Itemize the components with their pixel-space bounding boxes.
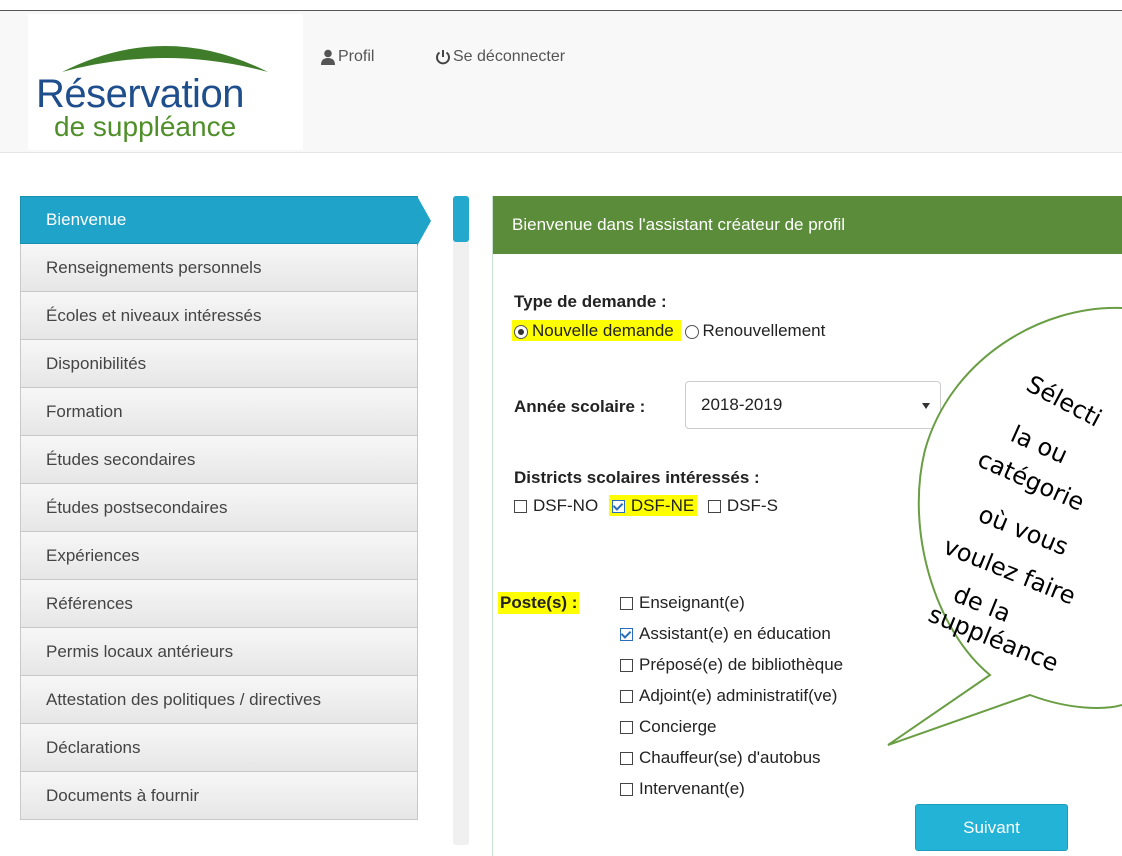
sidebar-item-documents[interactable]: Documents à fournir: [20, 772, 418, 820]
radio-checked-icon: [514, 324, 528, 339]
logo: Réservation de suppléance: [28, 14, 303, 150]
sidebar-item-renseignements-personnels[interactable]: Renseignements personnels: [20, 244, 418, 292]
logo-arc-icon: [62, 46, 268, 72]
sidebar-item-bienvenue[interactable]: Bienvenue: [20, 196, 431, 246]
checkbox-assistant[interactable]: Assistant(e) en éducation: [620, 624, 843, 655]
school-year-label: Année scolaire :: [514, 397, 646, 416]
panel-title: Bienvenue dans l'assistant créateur de p…: [493, 196, 1122, 254]
sidebar-item-label: Bienvenue: [46, 210, 127, 229]
sidebar-item-label: Formation: [46, 401, 123, 421]
wizard-sidebar: Bienvenue Renseignements personnels Écol…: [20, 196, 431, 820]
radio-renouvellement[interactable]: Renouvellement: [684, 321, 825, 340]
active-arrow-icon: [417, 196, 431, 246]
sidebar-item-permis-locaux[interactable]: Permis locaux antérieurs: [20, 628, 418, 676]
sidebar-item-label: Expériences: [46, 545, 140, 565]
sidebar-item-label: Disponibilités: [46, 353, 147, 373]
checkbox-dsf-ne[interactable]: DSF-NE: [608, 495, 698, 516]
checkbox-checked-icon: [620, 628, 633, 642]
app-header: Réservation de suppléance Profil Se déco…: [0, 11, 1122, 153]
checkbox-enseignant[interactable]: Enseignant(e): [620, 593, 843, 624]
sidebar-item-label: Permis locaux antérieurs: [46, 641, 234, 661]
power-icon: [436, 50, 450, 65]
checkbox-icon: [620, 690, 633, 704]
sidebar-item-ecoles-niveaux[interactable]: Écoles et niveaux intéressés: [20, 292, 418, 340]
sidebar-item-label: Renseignements personnels: [46, 257, 262, 277]
sidebar-item-formation[interactable]: Formation: [20, 388, 418, 436]
checkbox-icon: [620, 752, 633, 766]
checkbox-adjoint[interactable]: Adjoint(e) administratif(ve): [620, 686, 843, 717]
sidebar-item-declarations[interactable]: Déclarations: [20, 724, 418, 772]
districts-group: DSF-NO DSF-NE DSF-S: [514, 495, 778, 516]
logo-subtitle: de suppléance: [54, 111, 237, 142]
sidebar-item-disponibilites[interactable]: Disponibilités: [20, 340, 418, 388]
school-year-value: 2018-2019: [701, 395, 783, 414]
checkbox-intervenant[interactable]: Intervenant(e): [620, 779, 843, 810]
sidebar-item-label: Écoles et niveaux intéressés: [46, 305, 262, 325]
checkbox-icon: [707, 500, 721, 514]
logout-link[interactable]: Se déconnecter: [435, 48, 565, 66]
request-type-group: Nouvelle demande Renouvellement: [512, 320, 825, 341]
radio-nouvelle-demande[interactable]: Nouvelle demande: [512, 320, 681, 341]
checkbox-checked-icon: [611, 500, 625, 514]
next-button[interactable]: Suivant: [915, 804, 1068, 851]
sidebar-item-etudes-postsecondaires[interactable]: Études postsecondaires: [20, 484, 418, 532]
profile-link[interactable]: Profil: [320, 48, 374, 66]
sidebar-item-label: Attestation des politiques / directives: [46, 689, 321, 709]
checkbox-icon: [620, 597, 633, 611]
sidebar-item-label: Déclarations: [46, 737, 141, 757]
sidebar-item-label: Références: [46, 593, 133, 613]
logout-label: Se déconnecter: [453, 48, 566, 65]
checkbox-icon: [514, 500, 527, 514]
sidebar-item-label: Études secondaires: [46, 449, 196, 469]
sidebar-item-experiences[interactable]: Expériences: [20, 532, 418, 580]
user-icon: [321, 49, 335, 65]
districts-label: Districts scolaires intéressés :: [514, 468, 760, 487]
positions-group: Enseignant(e) Assistant(e) en éducation …: [620, 593, 843, 810]
positions-label: Poste(s) :: [498, 592, 580, 614]
sidebar-item-references[interactable]: Références: [20, 580, 418, 628]
sidebar-scrollbar[interactable]: [453, 196, 469, 845]
sidebar-item-etudes-secondaires[interactable]: Études secondaires: [20, 436, 418, 484]
checkbox-dsf-s[interactable]: DSF-S: [707, 496, 778, 515]
sidebar-item-label: Documents à fournir: [46, 785, 200, 805]
sidebar-item-label: Études postsecondaires: [46, 497, 228, 517]
checkbox-prepose[interactable]: Préposé(e) de bibliothèque: [620, 655, 843, 686]
sidebar-item-attestation[interactable]: Attestation des politiques / directives: [20, 676, 418, 724]
checkbox-chauffeur[interactable]: Chauffeur(se) d'autobus: [620, 748, 843, 779]
radio-unchecked-icon: [684, 324, 699, 339]
checkbox-icon: [620, 721, 633, 735]
request-type-label: Type de demande :: [514, 292, 667, 311]
scrollbar-thumb[interactable]: [453, 196, 469, 242]
checkbox-dsf-no[interactable]: DSF-NO: [514, 496, 598, 515]
profile-label: Profil: [338, 48, 375, 65]
logo-title: Réservation: [36, 72, 244, 116]
checkbox-icon: [620, 783, 633, 797]
checkbox-icon: [620, 659, 633, 673]
checkbox-concierge[interactable]: Concierge: [620, 717, 843, 748]
